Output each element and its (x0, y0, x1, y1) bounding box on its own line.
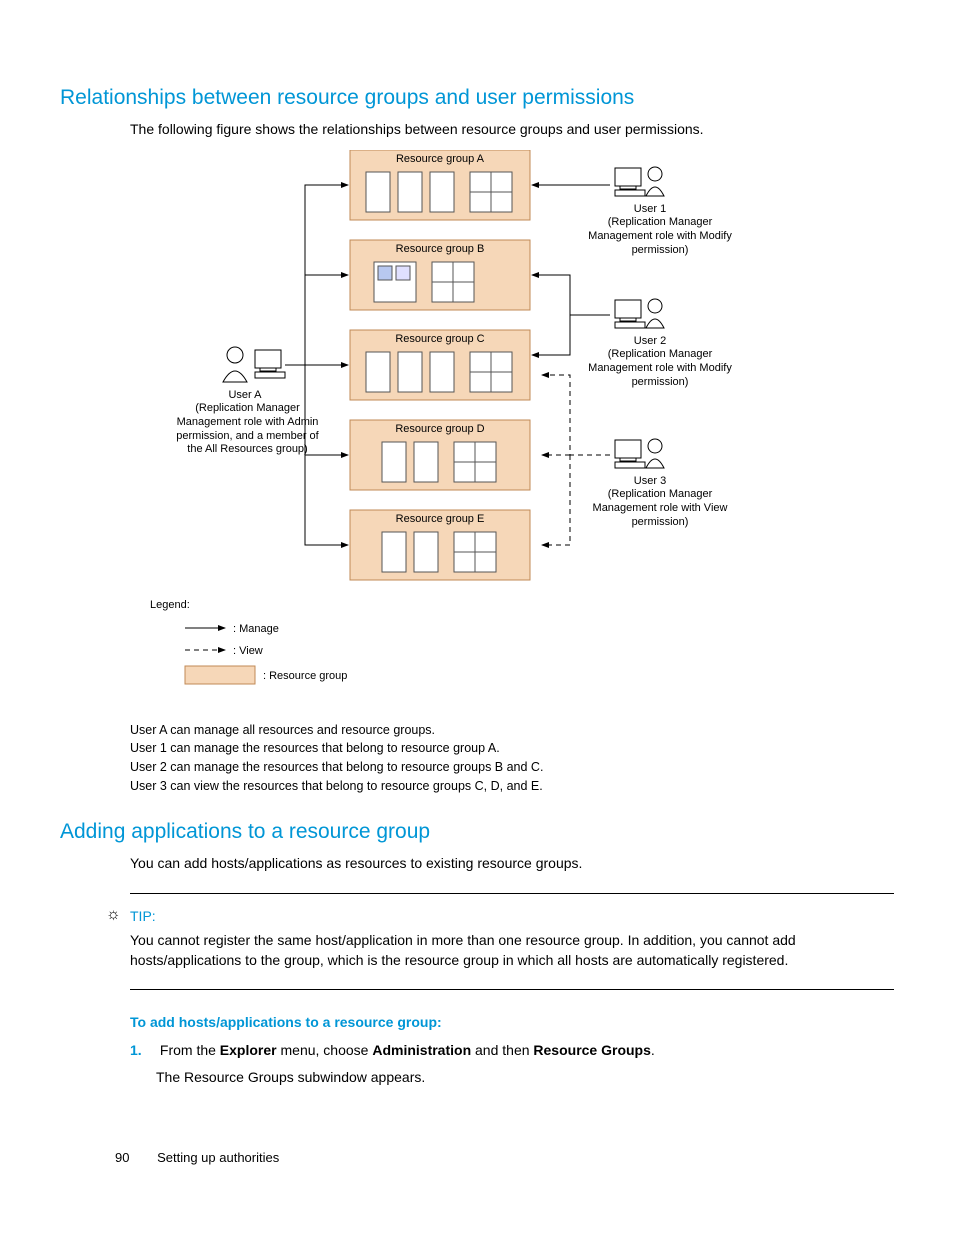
user-a-desc: (Replication Manager Management role wit… (170, 402, 325, 457)
user-2-desc: (Replication Manager Management role wit… (585, 348, 735, 389)
user-3-desc: (Replication Manager Management role wit… (585, 488, 735, 529)
heading-relationships: Relationships between resource groups an… (60, 86, 894, 110)
resource-group-a: Resource group A (350, 150, 530, 220)
svg-text:Resource group E: Resource group E (396, 513, 485, 525)
resource-group-e: Resource group E (350, 510, 530, 580)
user-3-name: User 3 (634, 475, 666, 487)
svg-text:Resource group B: Resource group B (396, 243, 485, 255)
user-2-icon (615, 299, 664, 328)
user-1-name: User 1 (634, 203, 666, 215)
diagram-captions: User A can manage all resources and reso… (130, 721, 894, 796)
user-2-lines (532, 275, 610, 355)
resource-group-c: Resource group C (350, 330, 530, 400)
step-1-number: 1. (130, 1040, 156, 1061)
caption-line-2: User 1 can manage the resources that bel… (130, 739, 894, 758)
svg-text:Resource group D: Resource group D (395, 423, 484, 435)
page-footer: 90 Setting up authorities (115, 1150, 279, 1165)
svg-text:Resource group A: Resource group A (396, 153, 485, 165)
user-2-name: User 2 (634, 335, 666, 347)
svg-text:: Manage: : Manage (233, 623, 279, 635)
procedure-subhead: To add hosts/applications to a resource … (130, 1014, 894, 1030)
caption-line-4: User 3 can view the resources that belon… (130, 777, 894, 796)
page-number: 90 (115, 1150, 129, 1165)
user-3-icon (615, 439, 664, 468)
user-a-icon (223, 347, 285, 382)
heading-adding-apps: Adding applications to a resource group (60, 820, 894, 844)
user-1-desc: (Replication Manager Management role wit… (585, 216, 735, 257)
user-a-lines (285, 185, 348, 545)
svg-text:Legend:: Legend: (150, 599, 190, 611)
tip-block: ☼ TIP: You cannot register the same host… (130, 893, 894, 990)
tip-label: TIP: (130, 908, 894, 924)
user-a-name: User A (228, 389, 262, 401)
svg-text:Resource group C: Resource group C (395, 333, 484, 345)
resource-group-b: Resource group B (350, 240, 530, 310)
tip-icon: ☼ (106, 906, 121, 924)
caption-line-3: User 2 can manage the resources that bel… (130, 758, 894, 777)
diagram-figure: Resource group A Resource group B Resour… (130, 150, 894, 713)
user-1-icon (615, 167, 664, 196)
legend: Legend: : Manage : View : Resource group (150, 599, 347, 684)
svg-text:: Resource group: : Resource group (263, 670, 347, 682)
tip-text: You cannot register the same host/applic… (130, 930, 894, 971)
resource-group-d: Resource group D (350, 420, 530, 490)
section-title: Setting up authorities (157, 1150, 279, 1165)
step-1: 1. From the Explorer menu, choose Admini… (130, 1040, 894, 1061)
intro-text-1: The following figure shows the relations… (130, 120, 894, 140)
step-1-text: From the Explorer menu, choose Administr… (160, 1042, 655, 1058)
svg-text:: View: : View (233, 645, 263, 657)
caption-line-1: User A can manage all resources and reso… (130, 721, 894, 740)
step-1-result: The Resource Groups subwindow appears. (156, 1069, 894, 1085)
intro-text-2: You can add hosts/applications as resour… (130, 854, 894, 874)
